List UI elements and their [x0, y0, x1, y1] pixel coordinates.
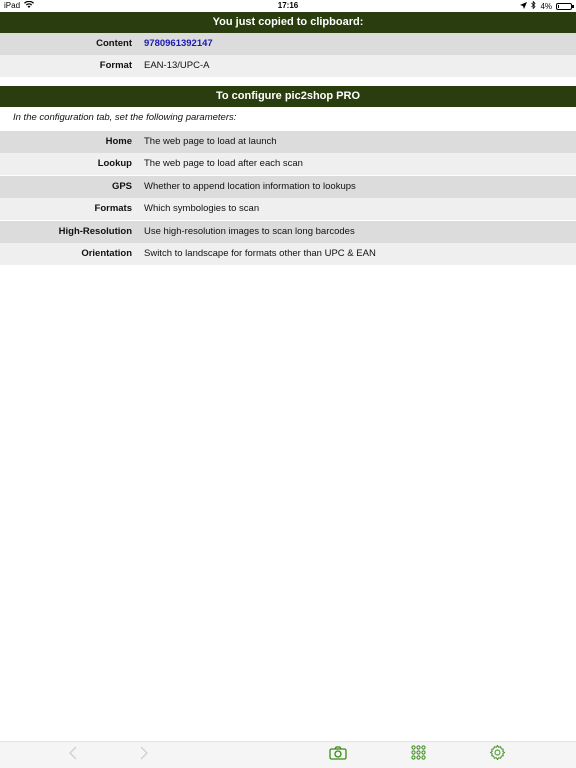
- back-button[interactable]: [63, 746, 83, 764]
- bluetooth-icon: [531, 0, 536, 11]
- battery-percent: 4%: [540, 1, 552, 11]
- clipboard-row-format: Format EAN-13/UPC-A: [0, 55, 576, 77]
- config-value: Use high-resolution images to scan long …: [144, 226, 355, 237]
- content-value-link[interactable]: 9780961392147: [144, 33, 213, 55]
- chevron-left-icon: [69, 746, 77, 765]
- config-value: Which symbologies to scan: [144, 203, 260, 214]
- config-row-lookup: Lookup The web page to load after each s…: [0, 153, 576, 175]
- config-label: High-Resolution: [58, 226, 132, 237]
- camera-icon: [329, 745, 347, 765]
- config-header: To configure pic2shop PRO: [0, 86, 576, 107]
- config-label: Home: [105, 136, 132, 147]
- config-row-high-resolution: High-Resolution Use high-resolution imag…: [0, 221, 576, 243]
- config-label: Formats: [94, 203, 132, 214]
- clipboard-header: You just copied to clipboard:: [0, 12, 576, 33]
- config-intro: In the configuration tab, set the follow…: [13, 112, 237, 123]
- battery-icon: [556, 2, 574, 10]
- config-value: Switch to landscape for formats other th…: [144, 248, 376, 259]
- camera-button[interactable]: [328, 745, 348, 765]
- gear-icon: [489, 744, 506, 766]
- config-value: The web page to load after each scan: [144, 158, 303, 169]
- forward-button[interactable]: [134, 746, 154, 764]
- bottom-toolbar: [0, 741, 576, 768]
- grid-button[interactable]: [408, 745, 428, 765]
- content-label: Content: [96, 38, 132, 49]
- format-value: EAN-13/UPC-A: [144, 60, 210, 71]
- status-bar: iPad 17:16 4%: [0, 0, 576, 12]
- config-label: Lookup: [97, 158, 132, 169]
- config-label: Orientation: [81, 248, 132, 259]
- chevron-right-icon: [140, 746, 148, 765]
- config-row-gps: GPS Whether to append location informati…: [0, 176, 576, 198]
- config-row-formats: Formats Which symbologies to scan: [0, 198, 576, 220]
- config-label: GPS: [111, 181, 132, 192]
- location-icon: [520, 1, 528, 11]
- config-row-home: Home The web page to load at launch: [0, 131, 576, 153]
- clipboard-row-content: Content 9780961392147: [0, 33, 576, 55]
- config-value: The web page to load at launch: [144, 136, 277, 147]
- status-time: 17:16: [277, 1, 299, 10]
- settings-button[interactable]: [487, 744, 507, 766]
- format-label: Format: [99, 60, 132, 71]
- config-row-orientation: Orientation Switch to landscape for form…: [0, 243, 576, 265]
- grid-icon: [410, 745, 426, 765]
- config-value: Whether to append location information t…: [144, 181, 356, 192]
